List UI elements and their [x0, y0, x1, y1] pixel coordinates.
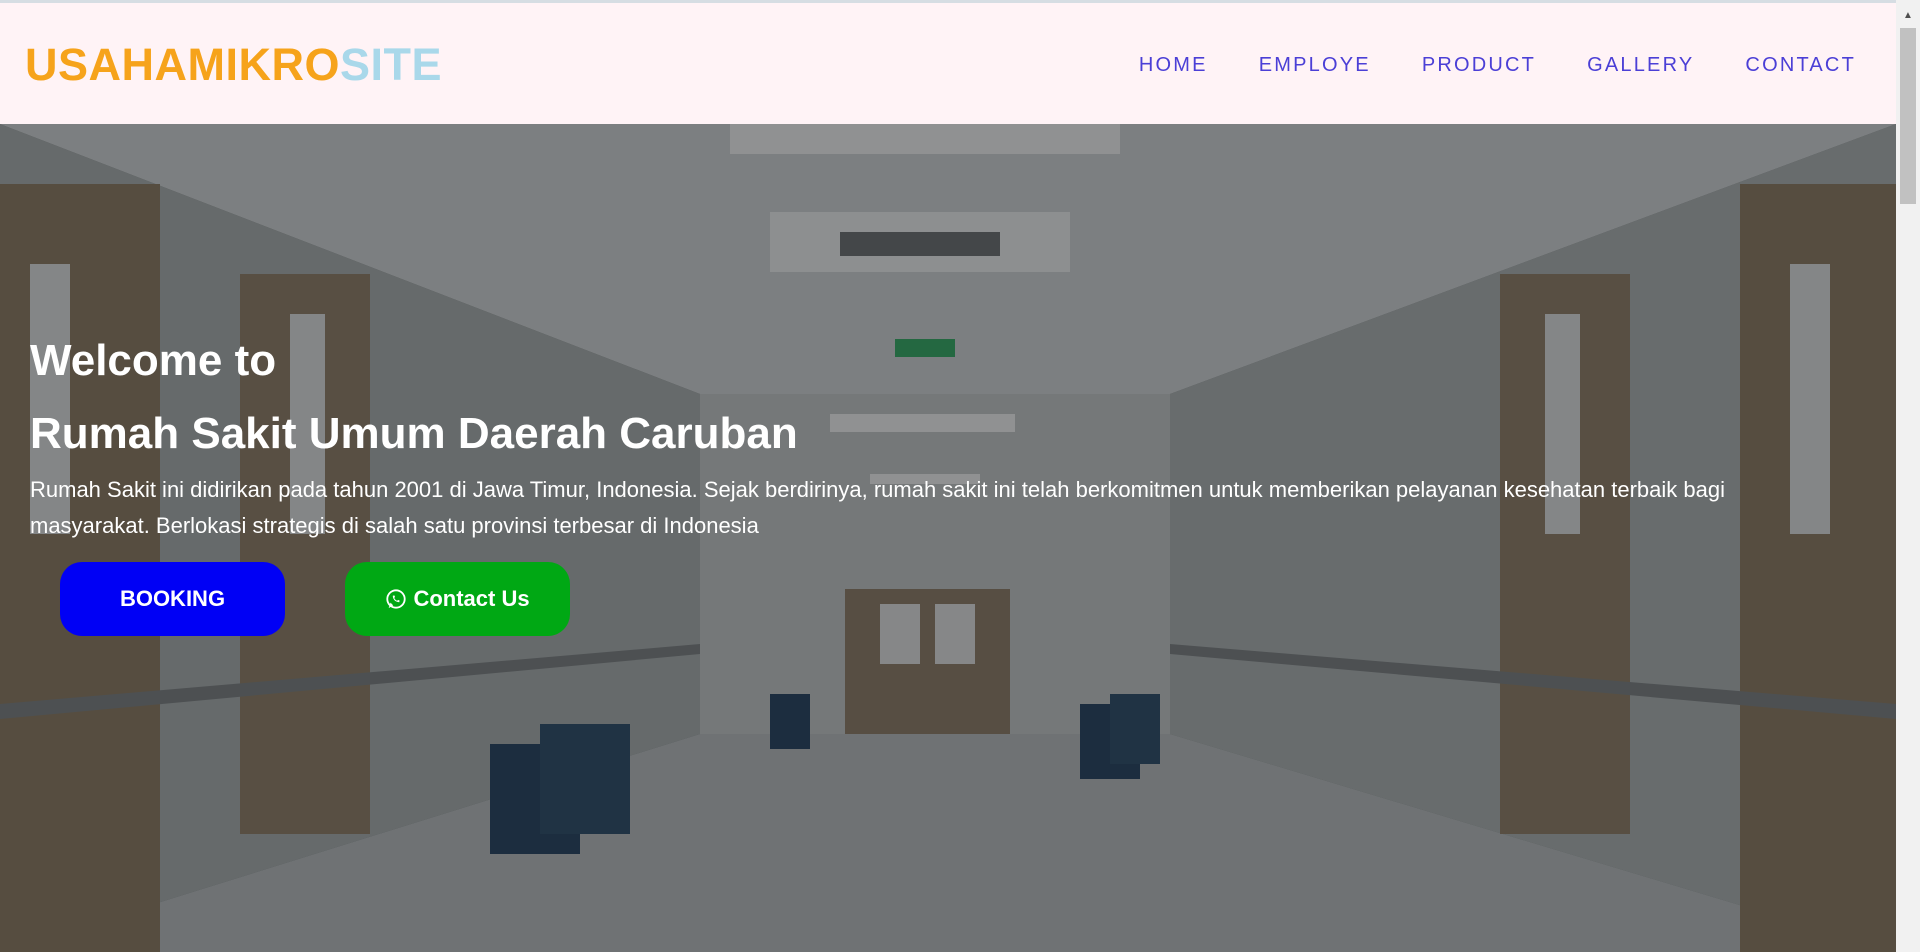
nav-item-contact[interactable]: CONTACT [1745, 52, 1856, 78]
nav-item-product[interactable]: PRODUCT [1422, 52, 1536, 78]
page: USAHAMIKROSITE HOME EMPLOYE PRODUCT GALL… [0, 0, 1920, 952]
nav-item-gallery[interactable]: GALLERY [1587, 52, 1694, 78]
nav-item-home[interactable]: HOME [1139, 52, 1208, 78]
main-nav: HOME EMPLOYE PRODUCT GALLERY CONTACT [1088, 52, 1856, 78]
contact-us-button[interactable]: Contact Us [345, 562, 570, 636]
contact-us-button-label: Contact Us [413, 586, 530, 611]
logo-part-secondary: SITE [340, 39, 443, 90]
logo-part-primary: USAHAMIKRO [25, 39, 340, 90]
nav-item-employe[interactable]: EMPLOYE [1259, 52, 1371, 78]
navbar: USAHAMIKROSITE HOME EMPLOYE PRODUCT GALL… [0, 3, 1896, 124]
hero-description: Rumah Sakit ini didirikan pada tahun 200… [30, 477, 1725, 538]
hero-title-line2: Rumah Sakit Umum Daerah Caruban [30, 409, 798, 458]
hero-title-line1: Welcome to [30, 336, 277, 385]
vertical-scrollbar[interactable]: ▲ [1896, 0, 1920, 952]
hero-title: Welcome to Rumah Sakit Umum Daerah Carub… [30, 324, 1850, 470]
hero-buttons: BOOKING Contact Us [60, 562, 570, 636]
whatsapp-icon [386, 589, 407, 609]
hero-section: Welcome to Rumah Sakit Umum Daerah Carub… [0, 124, 1896, 952]
scrollbar-thumb[interactable] [1900, 28, 1916, 204]
booking-button-label: BOOKING [119, 586, 226, 611]
scroll-up-arrow-icon[interactable]: ▲ [1896, 6, 1920, 26]
site-logo[interactable]: USAHAMIKROSITE [25, 37, 442, 93]
booking-button[interactable]: BOOKING [60, 562, 285, 636]
hero-content: Welcome to Rumah Sakit Umum Daerah Carub… [30, 324, 1850, 544]
